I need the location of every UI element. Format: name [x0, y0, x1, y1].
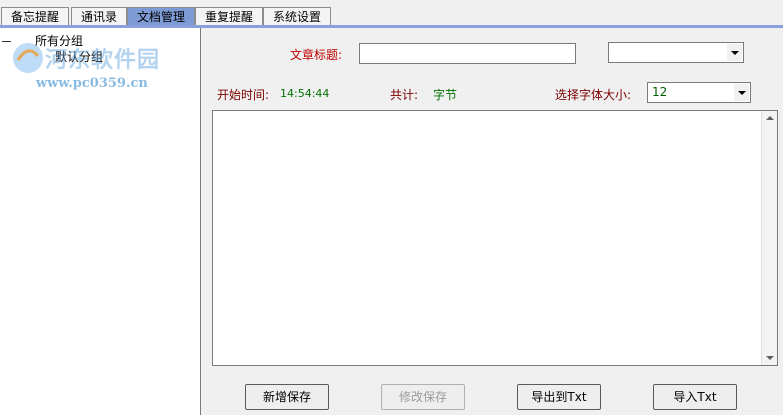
new-save-button[interactable]: 新增保存 — [245, 384, 329, 410]
chevron-down-icon[interactable] — [727, 44, 742, 61]
modify-save-button[interactable]: 修改保存 — [381, 384, 465, 410]
tab-memo-reminder[interactable]: 备忘提醒 — [1, 7, 69, 25]
font-size-select-value: 12 — [652, 85, 668, 99]
tab-repeat-reminder[interactable]: 重复提醒 — [195, 7, 263, 25]
article-title-label: 文章标题: — [290, 48, 343, 62]
watermark-title: 河东软件园 — [45, 47, 161, 73]
editor-scrollbar[interactable] — [761, 111, 777, 365]
watermark-logo-icon — [13, 43, 43, 73]
font-size-select[interactable]: 12 — [647, 82, 751, 103]
watermark-url: www.pc0359.cn — [36, 76, 148, 91]
import-txt-button[interactable]: 导入Txt — [653, 384, 737, 410]
scroll-up-icon[interactable] — [766, 116, 774, 120]
total-unit: 字节 — [433, 88, 458, 102]
article-body-editor[interactable] — [212, 110, 778, 366]
chevron-down-icon[interactable] — [734, 84, 749, 101]
scroll-down-icon[interactable] — [766, 356, 774, 360]
tab-strip: 备忘提醒 通讯录 文档管理 重复提醒 系统设置 — [0, 0, 783, 26]
font-size-label: 选择字体大小: — [555, 88, 632, 102]
total-label: 共计: — [390, 88, 419, 102]
tab-system-settings[interactable]: 系统设置 — [263, 7, 331, 25]
start-time-label: 开始时间: — [217, 88, 270, 102]
export-txt-button[interactable]: 导出到Txt — [517, 384, 601, 410]
group-tree: 所有分组 默认分组 河东软件园 www.pc0359.cn — [0, 28, 201, 415]
article-title-input[interactable] — [359, 43, 576, 64]
start-time-value: 14:54:44 — [280, 87, 330, 100]
tab-address-book[interactable]: 通讯录 — [71, 7, 127, 25]
category-select[interactable] — [608, 42, 744, 63]
tab-document-management[interactable]: 文档管理 — [127, 7, 195, 26]
